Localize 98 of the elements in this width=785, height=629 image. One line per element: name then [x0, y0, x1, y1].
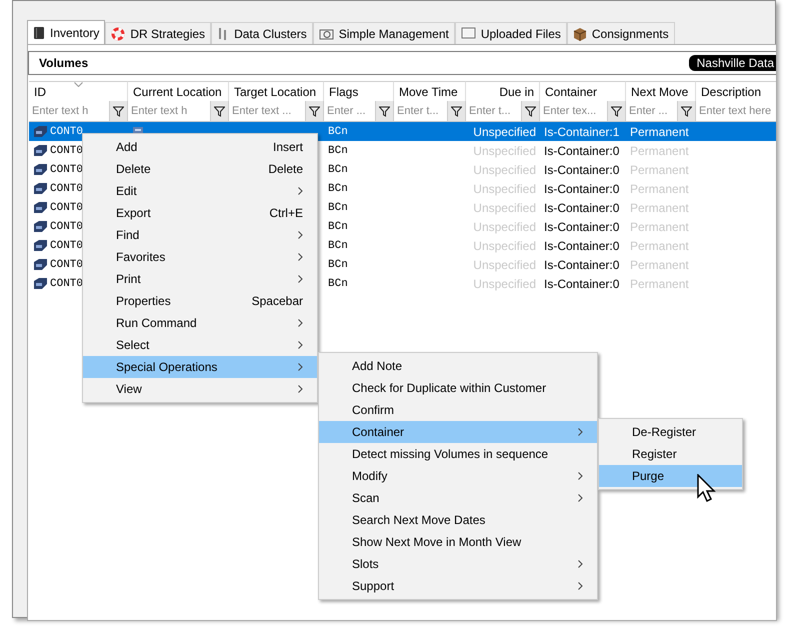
location-badge: Nashville Data — [688, 55, 776, 71]
tab[interactable]: Uploaded Files — [454, 22, 567, 44]
chevron-right-icon — [578, 560, 583, 568]
filter-button[interactable] — [607, 101, 625, 121]
container-cell-text: Is-Container:0 — [544, 258, 620, 272]
filter-button[interactable] — [305, 101, 323, 121]
container-cell-text: Is-Container:1 — [544, 124, 620, 138]
menu-item[interactable]: De-Register — [599, 421, 742, 443]
sort-icon — [74, 82, 83, 87]
filter-button[interactable] — [210, 101, 228, 121]
menu-item[interactable]: Modify — [319, 465, 597, 487]
cartridge-icon — [33, 258, 48, 271]
flags-cell-text: BCn — [328, 202, 349, 214]
lifebuoy-icon — [111, 26, 126, 40]
menu-item[interactable]: Favorites — [83, 246, 317, 268]
filter-button[interactable] — [375, 101, 393, 121]
box-icon — [572, 26, 587, 40]
cartridge-icon — [33, 144, 48, 157]
tab[interactable]: Inventory — [27, 20, 106, 44]
container-cell-text: Is-Container:0 — [544, 182, 620, 196]
container-cell-text: Is-Container:0 — [544, 162, 620, 176]
chevron-right-icon — [298, 363, 303, 371]
chevron-right-icon — [578, 494, 583, 502]
menu-item[interactable]: Run Command — [83, 312, 317, 334]
tab[interactable]: DR Strategies — [105, 22, 212, 44]
chevron-right-icon — [298, 253, 303, 261]
chevron-right-icon — [298, 385, 303, 393]
menu-item[interactable]: Find — [83, 224, 317, 246]
menu-item[interactable]: Print — [83, 268, 317, 290]
menu-item[interactable]: View — [83, 378, 317, 400]
next-move-cell-text: Permanent — [630, 124, 690, 138]
cartridge-icon — [33, 182, 48, 195]
chevron-right-icon — [298, 319, 303, 327]
monitor-icon — [460, 27, 476, 40]
menu-item[interactable]: Check for Duplicate within Customer — [319, 377, 597, 399]
filter-icon — [681, 106, 692, 116]
flags-cell-text: BCn — [328, 126, 349, 138]
chevron-right-icon — [298, 275, 303, 283]
flags-cell-text: BCn — [328, 182, 349, 194]
menu-item[interactable]: Container — [319, 421, 597, 443]
tab[interactable]: Data Clusters — [211, 22, 313, 44]
cartridge-icon — [33, 239, 48, 252]
flags-cell-text: BCn — [328, 164, 349, 176]
menu-item[interactable]: Register — [599, 443, 742, 465]
filter-icon — [611, 106, 622, 116]
chevron-right-icon — [298, 341, 303, 349]
menu-item[interactable]: Export Ctrl+E — [83, 202, 317, 224]
chevron-right-icon — [578, 428, 583, 436]
filter-icon — [113, 106, 124, 116]
cartridge-icon — [33, 277, 48, 290]
container-cell-text: Is-Container:0 — [544, 144, 620, 158]
container-cell-text: Is-Container:0 — [544, 200, 620, 214]
flags-cell-text: BCn — [328, 144, 349, 156]
menu-item[interactable]: Properties Spacebar — [83, 290, 317, 312]
flags-cell-text: BCn — [328, 258, 349, 270]
flags-cell-text: BCn — [328, 240, 349, 252]
chevron-right-icon — [578, 582, 583, 590]
menu-item[interactable]: Support — [319, 575, 597, 597]
chevron-right-icon — [578, 472, 583, 480]
menu-item[interactable]: Search Next Move Dates — [319, 509, 597, 531]
book-icon — [33, 26, 45, 40]
flags-cell-text: BCn — [328, 220, 349, 232]
container-cell-text: Is-Container:0 — [544, 276, 620, 290]
filter-button[interactable] — [677, 101, 695, 121]
due-in-cell-text: Unspecified — [472, 124, 536, 138]
filter-button[interactable] — [447, 101, 465, 121]
cartridge-icon — [33, 201, 48, 214]
menu-item[interactable]: Add Note — [319, 355, 597, 377]
mouse-pointer-icon — [697, 474, 717, 504]
menu-item[interactable]: Delete Delete — [83, 158, 317, 180]
filter-icon — [379, 106, 390, 116]
panel-title: Volumes — [39, 56, 88, 70]
container-cell-text: Is-Container:0 — [544, 220, 620, 234]
menu-item[interactable]: Confirm — [319, 399, 597, 421]
menu-item[interactable]: Select — [83, 334, 317, 356]
cartridge-icon — [33, 125, 48, 138]
filter-button[interactable] — [109, 101, 127, 121]
tab[interactable]: Simple Management — [312, 22, 455, 44]
filter-icon — [214, 106, 225, 116]
chevron-right-icon — [298, 187, 303, 195]
flags-cell-text: BCn — [328, 278, 349, 290]
filter-icon — [525, 106, 536, 116]
menu-item[interactable]: Special Operations — [83, 356, 317, 378]
cartridge-icon — [33, 220, 48, 233]
chevron-right-icon — [298, 231, 303, 239]
filter-button[interactable] — [521, 101, 539, 121]
menu-item[interactable]: Purge — [599, 465, 742, 487]
filter-icon — [309, 106, 320, 116]
menu-item[interactable]: Show Next Move in Month View — [319, 531, 597, 553]
menu-item[interactable]: Edit — [83, 180, 317, 202]
cartridge-icon — [33, 163, 48, 176]
tab[interactable]: Consignments — [566, 22, 675, 44]
menu-item[interactable]: Detect missing Volumes in sequence — [319, 443, 597, 465]
menu-item[interactable]: Slots — [319, 553, 597, 575]
filter-icon — [451, 106, 462, 116]
container-cell-text: Is-Container:0 — [544, 238, 620, 252]
menu-item[interactable]: Scan — [319, 487, 597, 509]
camera-icon — [318, 28, 334, 40]
